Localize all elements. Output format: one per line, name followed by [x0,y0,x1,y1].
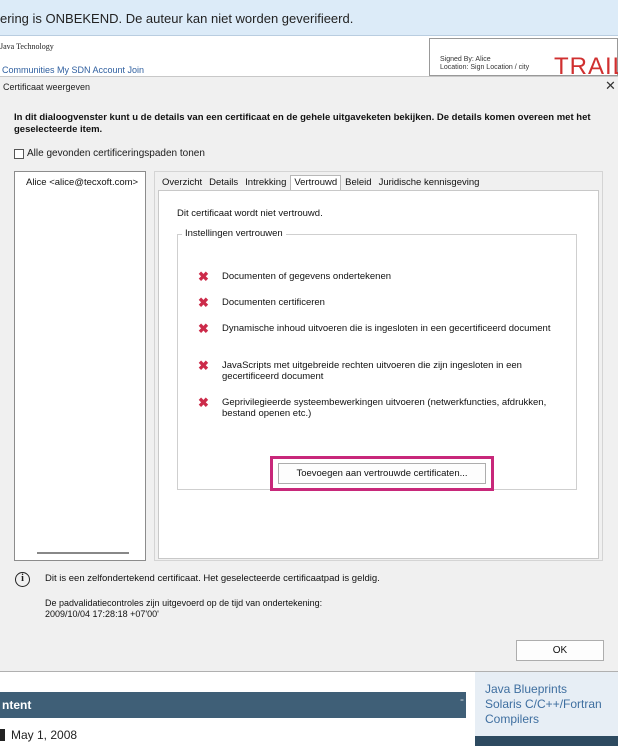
permission-item: ✖ Dynamische inhoud uitvoeren die is ing… [198,321,558,336]
list-item[interactable]: Alice <alice@tecxoft.com> [26,177,138,188]
permission-item: ✖ Documenten of gegevens ondertekenen [198,269,558,284]
background-page-header: Java Technology Communities My SDN Accou… [0,36,618,80]
close-icon[interactable]: ✕ [605,78,616,94]
certificate-viewer-dialog: Certificaat weergeven ✕ In dit dialoogve… [0,76,618,672]
show-all-paths-checkbox[interactable]: Alle gevonden certificeringspaden tonen [14,148,205,159]
section-header: ntent - [0,692,466,718]
dialog-description: In dit dialoogvenster kunt u de details … [14,112,591,135]
highlight-box: Toevoegen aan vertrouwde certificaten... [270,456,494,491]
bullet-icon [0,729,5,741]
validation-info: De padvalidatiecontroles zijn uitgevoerd… [45,598,323,619]
permission-label: JavaScripts met uitgebreide rechten uitv… [222,360,522,382]
tab-intrekking[interactable]: Intrekking [242,175,289,191]
trust-tab-panel: Dit certificaat wordt niet vertrouwd. In… [158,190,599,559]
info-icon: i [15,572,30,587]
tab-beleid[interactable]: Beleid [342,175,374,191]
signature-box[interactable]: Signed By: Alice Location: Sign Location… [429,38,618,80]
trust-settings-legend: Instellingen vertrouwen [182,228,286,239]
tab-details[interactable]: Details [206,175,241,191]
deny-icon: ✖ [198,395,209,410]
ok-button[interactable]: OK [516,640,604,661]
deny-icon: ✖ [198,321,209,336]
deny-icon: ✖ [198,295,209,310]
tab-overzicht[interactable]: Overzicht [159,175,205,191]
date-row: May 1, 2008 [0,728,77,742]
permission-label: Documenten of gegevens ondertekenen [222,271,392,282]
tab-vertrouwd[interactable]: Vertrouwd [290,175,342,191]
security-banner: ering is ONBEKEND. De auteur kan niet wo… [0,0,618,36]
permission-item: ✖ Geprivilegieerde systeembewerkingen ui… [198,395,558,419]
permission-item: ✖ Documenten certificeren [198,295,558,310]
permission-label: Geprivilegieerde systeembewerkingen uitv… [222,397,547,419]
certificate-path-list[interactable]: Alice <alice@tecxoft.com> [14,171,146,561]
permission-label: Documenten certificeren [222,297,325,308]
show-all-paths-label: Alle gevonden certificeringspaden tonen [27,148,205,159]
sidebar-strip [475,736,618,746]
trust-status: Dit certificaat wordt niet vertrouwd. [177,208,323,219]
tab-juridische-kennisgeving[interactable]: Juridische kennisgeving [376,175,483,191]
permission-item: ✖ JavaScripts met uitgebreide rechten ui… [198,358,558,382]
deny-icon: ✖ [198,269,209,284]
sidebar-links: Java Blueprints Solaris C/C++/Fortran Co… [475,672,618,746]
dialog-title: Certificaat weergeven [3,82,91,92]
background-page-footer: ntent - May 1, 2008 Java Blueprints Sola… [0,672,618,746]
certificate-details-pane: Overzicht Details Intrekking Vertrouwd B… [154,171,603,561]
background-nav[interactable]: Communities My SDN Account Join [2,65,144,75]
signature-details: Signed By: Alice Location: Sign Location… [440,56,530,71]
permission-label: Dynamische inhoud uitvoeren die is inges… [222,323,551,334]
checkbox-icon[interactable] [14,148,24,159]
horizontal-scrollbar[interactable] [37,552,129,554]
sidebar-link[interactable]: Java Blueprints Solaris C/C++/Fortran Co… [485,682,602,727]
self-signed-info: Dit is een zelfondertekend certificaat. … [45,573,380,584]
deny-icon: ✖ [198,358,209,373]
tab-bar: Overzicht Details Intrekking Vertrouwd B… [159,175,483,191]
trust-settings-group: Instellingen vertrouwen ✖ Documenten of … [177,228,577,491]
add-to-trusted-button[interactable]: Toevoegen aan vertrouwde certificaten... [278,463,486,484]
brand-text: Java Technology [0,42,54,51]
